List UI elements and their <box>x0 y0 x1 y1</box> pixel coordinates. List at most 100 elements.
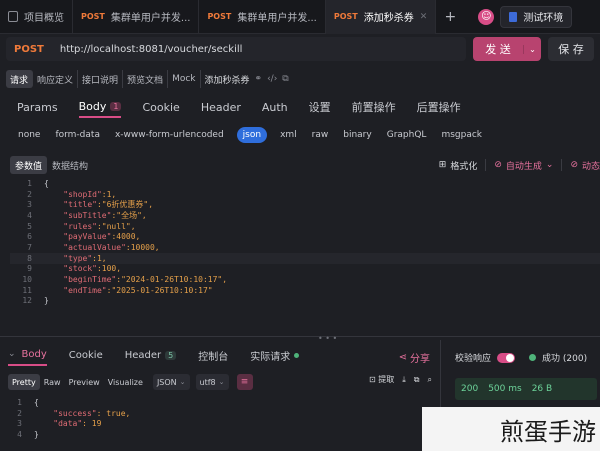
copy-icon[interactable]: ⧉ <box>414 375 420 385</box>
json-key: "type" <box>63 253 93 263</box>
tab-project-overview[interactable]: 项目概览 <box>0 0 73 34</box>
environment-icon <box>509 11 518 22</box>
request-body-editor[interactable]: 1{2 "shopId":1, 3 "title":"6折优惠券", 4 "subT… <box>10 178 600 316</box>
method-selector[interactable]: POST <box>14 44 44 55</box>
tab-label: 项目概览 <box>24 13 64 24</box>
body-type-json[interactable]: json <box>236 127 268 143</box>
tab-request-1[interactable]: POST 集群单用户并发... <box>73 0 200 34</box>
body-type-urlencoded[interactable]: x-www-form-urlencoded <box>115 127 224 143</box>
code-text: "title":"6折优惠券", <box>44 199 153 210</box>
code-text: } <box>34 430 39 439</box>
format-select[interactable]: JSON ⌄ <box>152 374 190 390</box>
response-toolbar: Pretty Raw Preview Visualize JSON ⌄ utf8… <box>8 373 438 391</box>
response-tab-header[interactable]: Header 5 <box>125 344 177 366</box>
subtab-api-description[interactable]: 接口说明 <box>78 70 124 88</box>
response-tab-console[interactable]: 控制台 <box>198 344 228 366</box>
environment-label: 测试环境 <box>523 13 564 24</box>
send-button[interactable]: 发 送 ⌄ <box>473 37 541 61</box>
dynamic-value-button[interactable]: ⊘ 动态 <box>570 156 600 174</box>
line-number: 2 <box>17 408 22 418</box>
response-tab-cookie[interactable]: Cookie <box>69 344 103 366</box>
json-key: "beginTime" <box>63 275 117 285</box>
tab-header[interactable]: Header <box>201 96 241 118</box>
code-text: "actualValue":10000, <box>44 243 159 252</box>
body-type-form-data[interactable]: form-data <box>55 127 100 143</box>
response-tab-body[interactable]: ⌄ Body <box>8 344 47 366</box>
subtab-preview-doc[interactable]: 预览文档 <box>123 70 169 88</box>
chevron-down-icon[interactable]: ⌄ <box>523 44 541 54</box>
close-icon[interactable]: ✕ <box>420 12 428 22</box>
download-icon[interactable]: ⤓ <box>402 375 406 385</box>
dynamic-label: 动态 <box>581 161 600 172</box>
line-number: 3 <box>17 419 22 429</box>
encoding-select[interactable]: utf8 ⌄ <box>195 374 229 390</box>
method-badge: POST <box>333 12 358 21</box>
json-key: "title" <box>63 200 97 210</box>
subtab-response-definition[interactable]: 响应定义 <box>33 70 79 88</box>
body-type-msgpack[interactable]: msgpack <box>441 127 482 143</box>
dynamic-icon: ⊘ <box>570 160 578 170</box>
subtab-mock[interactable]: Mock <box>168 70 201 88</box>
tab-request-2[interactable]: POST 集群单用户并发... <box>199 0 326 34</box>
environment-selector[interactable]: 测试环境 <box>500 5 573 28</box>
url-bar[interactable]: POST http://localhost:8081/voucher/secki… <box>6 37 466 61</box>
view-visualize[interactable]: Visualize <box>104 374 147 390</box>
chevron-down-icon: ⌄ <box>218 378 225 386</box>
body-type-raw[interactable]: raw <box>312 127 329 143</box>
format-label: 格式化 <box>450 161 478 172</box>
extract-button[interactable]: ⊡ 提取 <box>369 374 394 385</box>
code-line: 11 "endTime":"2025-01-26T10:10:17" <box>10 285 600 296</box>
response-tab-body-label: Body <box>21 348 47 360</box>
tab-auth[interactable]: Auth <box>262 96 288 118</box>
url-input[interactable]: http://localhost:8081/voucher/seckill <box>60 44 243 55</box>
view-preview[interactable]: Preview <box>65 374 104 390</box>
validate-response-row: 校验响应 成功 (200) <box>455 351 587 364</box>
view-raw[interactable]: Raw <box>40 374 65 390</box>
subtab-request[interactable]: 请求 <box>6 70 34 88</box>
tab-post-operations[interactable]: 后置操作 <box>417 96 461 118</box>
chevron-down-icon[interactable]: ⌄ <box>546 160 554 170</box>
tab-add-seckill-voucher[interactable]: POST 添加秒杀券 ✕ <box>325 0 437 34</box>
body-type-xml[interactable]: xml <box>280 127 297 143</box>
document-icon <box>8 11 18 22</box>
body-type-binary[interactable]: binary <box>343 127 371 143</box>
json-value: :1, <box>101 189 117 199</box>
tab-data-structure[interactable]: 数据结构 <box>47 156 93 174</box>
wrap-lines-icon[interactable]: ≡ <box>236 374 253 390</box>
code-text: } <box>44 296 49 305</box>
line-number: 4 <box>27 210 32 220</box>
json-value: : true, <box>96 408 131 418</box>
code-icon[interactable]: ‹/› <box>267 74 277 84</box>
tab-label: 集群单用户并发... <box>110 13 191 24</box>
avatar[interactable]: ☺ <box>478 8 495 25</box>
save-button[interactable]: 保 存 <box>548 37 594 61</box>
panel-divider[interactable] <box>0 336 600 339</box>
share-icon: ⋖ <box>398 352 407 363</box>
line-number: 11 <box>22 285 32 295</box>
tab-settings[interactable]: 设置 <box>309 96 331 118</box>
response-body-viewer[interactable]: 1{2 "success": true, 3 "data": 19 4} <box>8 397 438 440</box>
format-select-value: JSON <box>156 377 177 387</box>
tab-params[interactable]: Params <box>17 96 58 118</box>
share-button[interactable]: ⋖ 分享 <box>399 350 430 365</box>
format-button[interactable]: ⊞ 格式化 <box>439 156 487 174</box>
response-tabs: ⌄ Body Cookie Header 5 控制台 实际请求 ⋖ 分享 <box>0 344 438 366</box>
search-icon[interactable]: ⌕ <box>428 375 432 385</box>
link-icon[interactable]: ⚭ <box>255 74 263 84</box>
copy-icon[interactable]: ⧉ <box>282 74 288 84</box>
response-tab-actual-request[interactable]: 实际请求 <box>250 344 300 366</box>
code-line: 1{ <box>10 178 600 189</box>
tab-cookie[interactable]: Cookie <box>142 96 179 118</box>
tab-body[interactable]: Body 1 <box>78 96 122 118</box>
validate-response-toggle[interactable] <box>497 352 516 363</box>
tab-pre-operations[interactable]: 前置操作 <box>352 96 396 118</box>
autogen-button[interactable]: ⊘ 自动生成 ⌄ <box>494 156 563 174</box>
body-type-none[interactable]: none <box>18 127 40 143</box>
tab-param-values[interactable]: 参数值 <box>10 156 48 174</box>
new-tab-button[interactable]: + <box>436 9 464 25</box>
code-line: 12} <box>10 296 600 307</box>
collapse-icon[interactable]: ⌄ <box>8 349 16 359</box>
editor-toolbar: 参数值 数据结构 ⊞ 格式化 ⊘ 自动生成 ⌄ ⊘ 动态 <box>10 154 600 176</box>
view-pretty[interactable]: Pretty <box>8 374 40 390</box>
body-type-graphql[interactable]: GraphQL <box>387 127 427 143</box>
